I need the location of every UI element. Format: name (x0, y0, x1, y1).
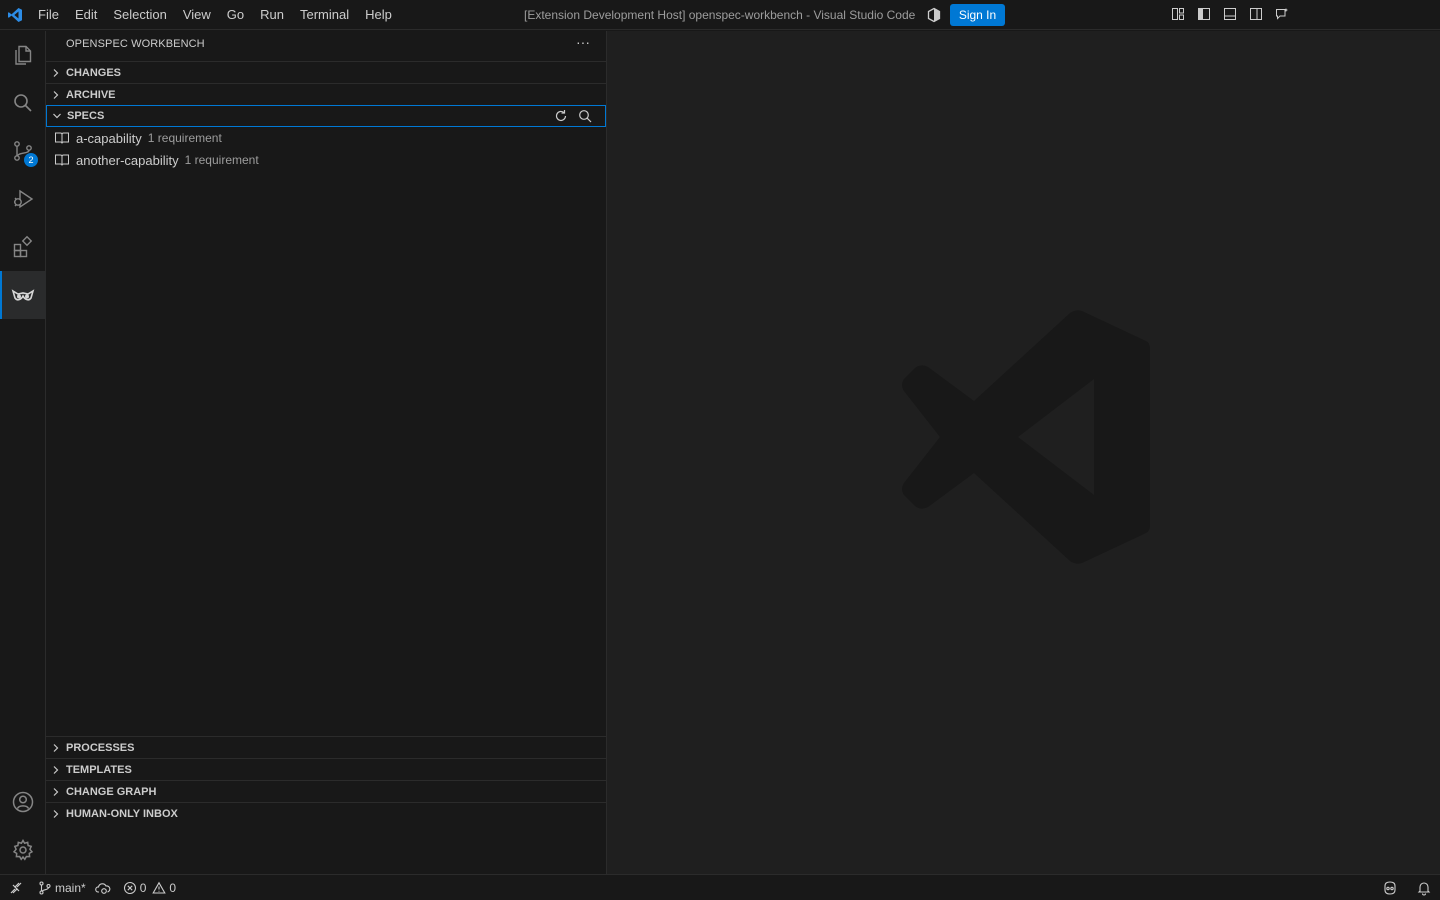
copilot-icon[interactable] (926, 7, 942, 23)
vscode-watermark-logo (900, 309, 1152, 565)
warning-count: 0 (169, 880, 177, 895)
spec-name: another-capability (76, 152, 179, 168)
menu-go[interactable]: Go (219, 0, 252, 30)
accounts-icon[interactable] (0, 778, 46, 826)
menu-selection[interactable]: Selection (105, 0, 174, 30)
problems-indicator[interactable]: 0 0 (117, 875, 182, 900)
menu-file[interactable]: File (30, 0, 67, 30)
sidebar-title: OPENSPEC WORKBENCH (66, 38, 205, 50)
toggle-panel-icon[interactable] (1222, 6, 1238, 22)
section-templates[interactable]: TEMPLATES (46, 758, 606, 780)
git-branch[interactable]: main* (32, 875, 117, 900)
menu-edit[interactable]: Edit (67, 0, 105, 30)
git-branch-icon (38, 880, 52, 895)
error-count: 0 (139, 880, 147, 895)
tree-row[interactable]: a-capability 1 requirement (46, 127, 606, 149)
book-icon (54, 130, 70, 146)
layout-controls (1170, 6, 1290, 22)
openspec-workbench-icon[interactable] (0, 271, 46, 319)
vscode-logo-icon (0, 0, 30, 30)
section-human-only-inbox-label: HUMAN-ONLY INBOX (66, 807, 178, 820)
status-right (1382, 875, 1432, 900)
section-changes[interactable]: CHANGES (46, 61, 606, 83)
section-processes[interactable]: PROCESSES (46, 736, 606, 758)
section-specs[interactable]: SPECS (46, 105, 606, 127)
spec-description: 1 requirement (184, 153, 259, 167)
remote-indicator-icon[interactable] (0, 875, 32, 900)
status-bar: main* 0 0 (0, 874, 1440, 900)
copilot-status-icon[interactable] (1382, 880, 1398, 896)
sign-in-button[interactable]: Sign In (950, 4, 1005, 26)
window-title: [Extension Development Host] openspec-wo… (524, 8, 916, 22)
menu-view[interactable]: View (175, 0, 219, 30)
chevron-down-icon (47, 105, 67, 127)
chevron-right-icon (46, 737, 66, 759)
extensions-icon[interactable] (0, 223, 46, 271)
menu-help[interactable]: Help (357, 0, 400, 30)
section-changes-label: CHANGES (66, 66, 122, 79)
toggle-secondary-sidebar-icon[interactable] (1248, 6, 1264, 22)
customize-layout-icon[interactable] (1170, 6, 1186, 22)
search-icon[interactable] (577, 108, 593, 124)
section-change-graph[interactable]: CHANGE GRAPH (46, 780, 606, 802)
git-branch-label: main* (55, 880, 86, 895)
search-icon[interactable] (0, 79, 46, 127)
chevron-right-icon (46, 759, 66, 781)
section-archive[interactable]: ARCHIVE (46, 83, 606, 105)
section-specs-label: SPECS (67, 110, 105, 122)
explorer-icon[interactable] (0, 31, 46, 79)
spec-name: a-capability (76, 130, 142, 146)
spec-description: 1 requirement (147, 131, 222, 145)
book-icon (54, 152, 70, 168)
section-human-only-inbox[interactable]: HUMAN-ONLY INBOX (46, 802, 606, 824)
activity-bar: 2 (0, 31, 46, 874)
sidebar-more-actions-icon[interactable]: ··· (574, 35, 592, 53)
notifications-bell-icon[interactable] (1416, 880, 1432, 896)
section-templates-label: TEMPLATES (66, 763, 132, 776)
tree-row[interactable]: another-capability 1 requirement (46, 149, 606, 171)
editor-area (607, 31, 1440, 874)
menu-terminal[interactable]: Terminal (292, 0, 357, 30)
sync-cloud-icon[interactable] (94, 881, 111, 895)
chevron-right-icon (46, 803, 66, 825)
toggle-primary-sidebar-icon[interactable] (1196, 6, 1212, 22)
title-bar: File Edit Selection View Go Run Terminal… (0, 0, 1440, 30)
source-control-badge: 2 (24, 153, 38, 167)
error-icon (123, 881, 137, 895)
section-change-graph-label: CHANGE GRAPH (66, 785, 157, 798)
run-and-debug-icon[interactable] (0, 175, 46, 223)
section-archive-label: ARCHIVE (66, 88, 116, 101)
chevron-right-icon (46, 62, 66, 84)
menu-bar: File Edit Selection View Go Run Terminal… (30, 0, 400, 30)
sidebar: OPENSPEC WORKBENCH ··· CHANGES ARCHIVE S… (46, 31, 607, 874)
warning-icon (152, 881, 167, 895)
menu-run[interactable]: Run (252, 0, 292, 30)
source-control-icon[interactable]: 2 (0, 127, 46, 175)
refresh-icon[interactable] (553, 108, 569, 124)
manage-gear-icon[interactable] (0, 826, 46, 874)
specs-actions (553, 108, 593, 124)
chevron-right-icon (46, 84, 66, 106)
section-processes-label: PROCESSES (66, 741, 135, 754)
chevron-right-icon (46, 781, 66, 803)
chat-icon[interactable] (1274, 6, 1290, 22)
